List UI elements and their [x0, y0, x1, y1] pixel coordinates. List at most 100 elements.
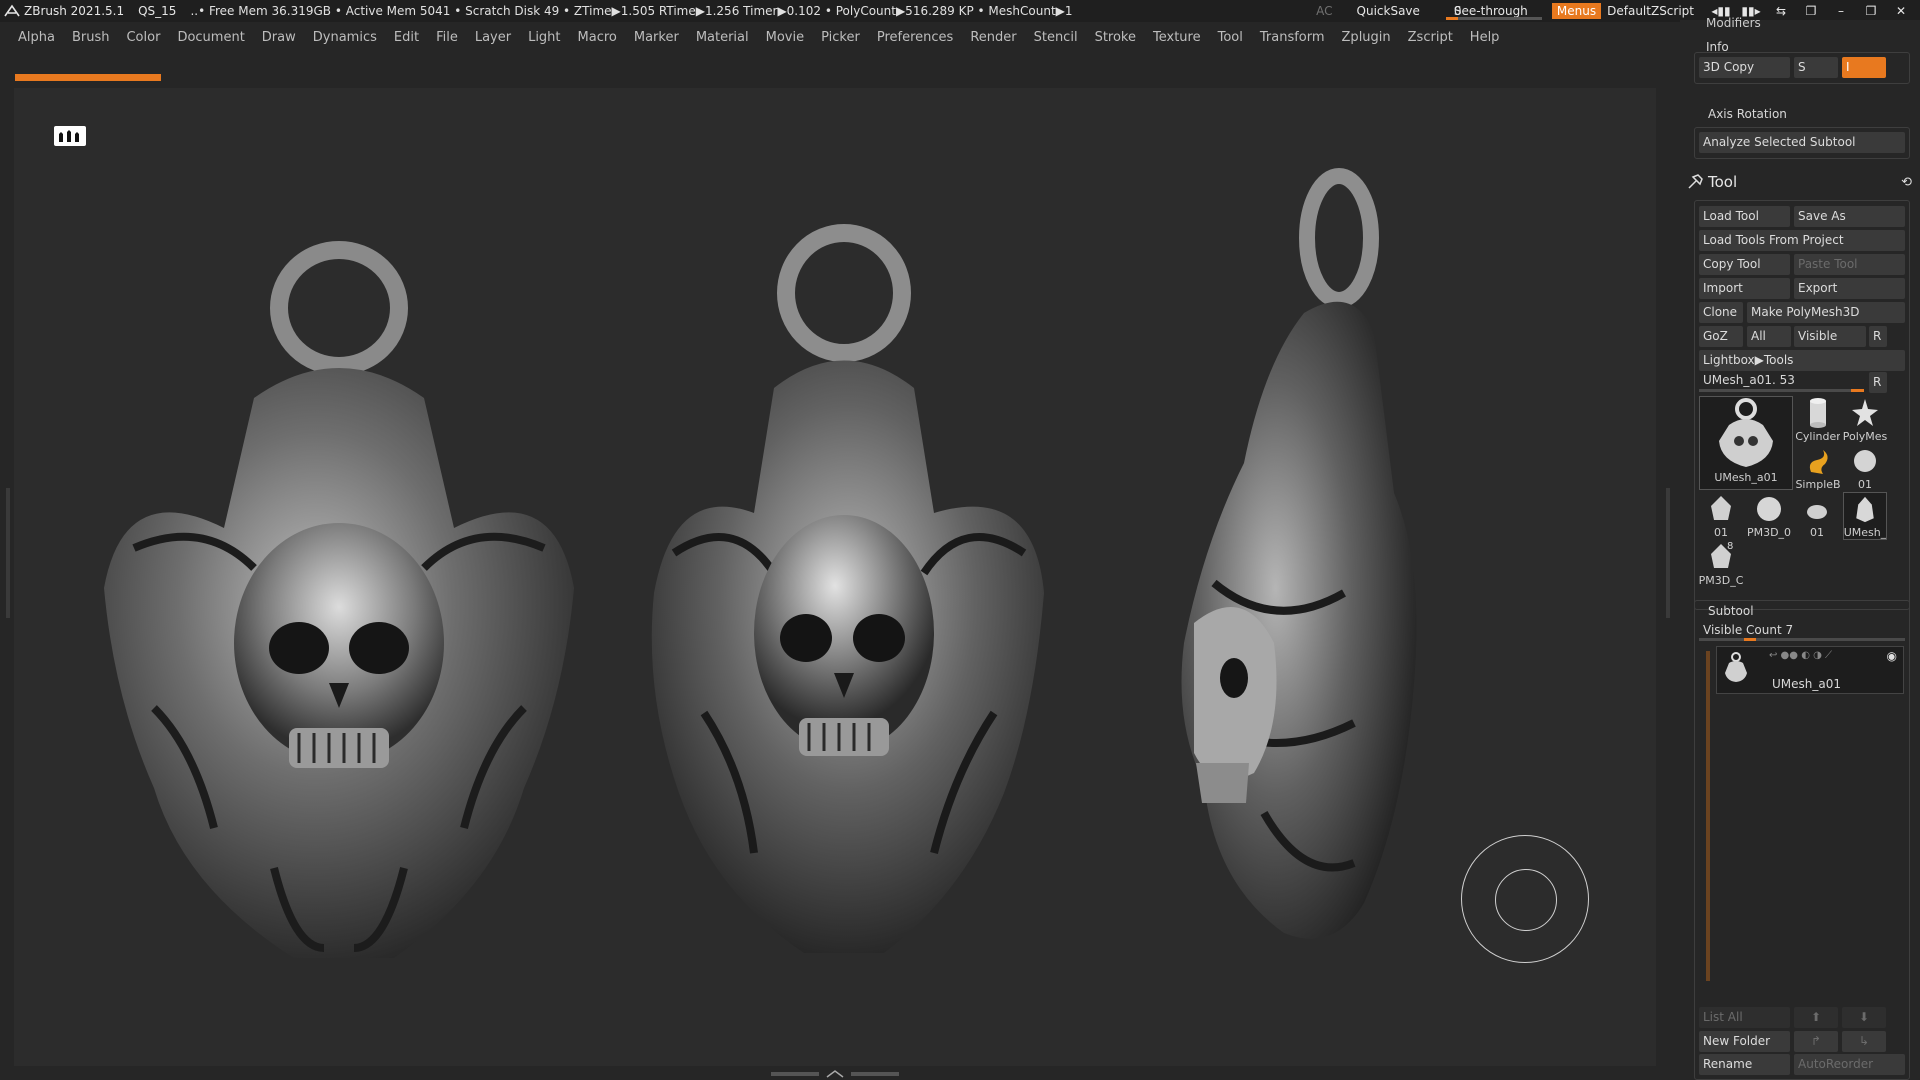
window-layout-icon[interactable]: ❐: [1800, 4, 1822, 18]
copy3d-s-button[interactable]: S: [1794, 57, 1838, 78]
left-tray-handle[interactable]: [6, 488, 10, 618]
tool-thumb-01c[interactable]: 01: [1795, 492, 1839, 540]
default-zscript-button[interactable]: DefaultZScript: [1607, 4, 1694, 18]
menu-document[interactable]: Document: [177, 30, 244, 45]
paste-tool-button[interactable]: Paste Tool: [1794, 254, 1905, 275]
make-polymesh3d-button[interactable]: Make PolyMesh3D: [1747, 302, 1905, 323]
menu-transform[interactable]: Transform: [1260, 30, 1325, 45]
tool-thumb-polymesh[interactable]: PolyMes: [1843, 396, 1887, 444]
menu-layer[interactable]: Layer: [475, 30, 511, 45]
folder-arrow-down-icon[interactable]: ↳: [1842, 1031, 1886, 1052]
menu-zplugin[interactable]: Zplugin: [1342, 30, 1391, 45]
axis-rotation-label[interactable]: Axis Rotation: [1708, 107, 1787, 121]
current-tool-label[interactable]: UMesh_a01. 53: [1703, 373, 1795, 387]
menu-render[interactable]: Render: [970, 30, 1016, 45]
menu-dynamics[interactable]: Dynamics: [313, 30, 377, 45]
subtool-item-umesh-a01[interactable]: ↩ ●● ◐ ◑ ⟋ ◉ UMesh_a01: [1716, 646, 1904, 694]
menu-texture[interactable]: Texture: [1153, 30, 1201, 45]
current-tool-r-button[interactable]: R: [1869, 372, 1887, 393]
menu-draw[interactable]: Draw: [262, 30, 296, 45]
navigation-gizmo[interactable]: [1461, 835, 1589, 963]
rename-button[interactable]: Rename: [1699, 1054, 1790, 1075]
tool-thumb-pm3d-c[interactable]: PM3D_C: [1699, 540, 1743, 588]
load-tools-from-project-button[interactable]: Load Tools From Project: [1699, 230, 1905, 251]
tool-palette-header[interactable]: Tool ⟲: [1680, 170, 1920, 196]
right-tray-handle[interactable]: [1666, 488, 1670, 618]
menu-macro[interactable]: Macro: [578, 30, 617, 45]
goz-all-button[interactable]: All: [1747, 326, 1791, 347]
modifiers-label[interactable]: Modifiers: [1706, 16, 1761, 30]
bottom-tray-handle[interactable]: [770, 1070, 900, 1078]
autoreorder-button[interactable]: AutoReorder: [1794, 1054, 1905, 1075]
analyze-subtool-button[interactable]: Analyze Selected Subtool: [1699, 132, 1905, 153]
ac-button[interactable]: AC: [1316, 4, 1332, 18]
seethrough-slider[interactable]: See-through 0: [1445, 2, 1542, 20]
tool-thumb-cylinder[interactable]: Cylinder: [1796, 396, 1840, 444]
subtool-item-controls[interactable]: ↩ ●● ◐ ◑ ⟋: [1769, 650, 1832, 661]
new-folder-button[interactable]: New Folder: [1699, 1031, 1790, 1052]
load-tool-button[interactable]: Load Tool: [1699, 206, 1790, 227]
eye-icon[interactable]: ◉: [1887, 649, 1897, 663]
goz-visible-button[interactable]: Visible: [1794, 326, 1866, 347]
menu-brush[interactable]: Brush: [72, 30, 110, 45]
menu-color[interactable]: Color: [126, 30, 160, 45]
copy3d-i-button[interactable]: I: [1842, 57, 1886, 78]
import-button[interactable]: Import: [1699, 278, 1790, 299]
tool-thumb-label: PolyMes: [1843, 430, 1887, 443]
seethrough-value: 0: [1453, 4, 1462, 18]
menu-stencil[interactable]: Stencil: [1034, 30, 1078, 45]
lightbox-tools-button[interactable]: Lightbox▶Tools: [1699, 350, 1905, 371]
list-all-button[interactable]: List All: [1699, 1007, 1790, 1028]
app-title: ZBrush 2021.5.1: [24, 4, 125, 18]
menu-zscript[interactable]: Zscript: [1408, 30, 1453, 45]
tool-thumb-label: UMesh_: [1843, 526, 1887, 539]
menu-help[interactable]: Help: [1470, 30, 1500, 45]
visible-count-slider[interactable]: [1699, 638, 1905, 641]
swap-layout-icon[interactable]: ⇆: [1770, 4, 1792, 18]
menu-stroke[interactable]: Stroke: [1095, 30, 1136, 45]
star-polymesh-icon: [1852, 399, 1878, 426]
tool-thumb-01b[interactable]: 01: [1699, 492, 1743, 540]
maximize-icon[interactable]: ❐: [1860, 4, 1882, 18]
tool-thumb-umesh-a01[interactable]: UMesh_a01: [1699, 396, 1793, 490]
tool-thumb-umesh[interactable]: UMesh_: [1843, 492, 1887, 540]
minimize-icon[interactable]: –: [1830, 4, 1852, 18]
subtool-scrollbar[interactable]: [1706, 651, 1710, 981]
menu-tool[interactable]: Tool: [1218, 30, 1243, 45]
pm3d-c-count: 8: [1727, 541, 1734, 552]
mesh-thumb-icon: [1807, 505, 1827, 519]
tool-thumb-simpleb[interactable]: SimpleB: [1796, 444, 1840, 492]
move-up-icon[interactable]: ⬆: [1794, 1007, 1838, 1028]
menu-bar: Alpha Brush Color Document Draw Dynamics…: [0, 22, 1680, 52]
quicksave-button[interactable]: QuickSave: [1357, 4, 1420, 18]
tool-thumb-01a[interactable]: 01: [1843, 444, 1887, 492]
folder-arrow-up-icon[interactable]: ↱: [1794, 1031, 1838, 1052]
reset-icon[interactable]: ⟲: [1901, 175, 1912, 190]
goz-button[interactable]: GoZ: [1699, 326, 1743, 347]
document-name: QS_15: [138, 4, 177, 18]
menu-edit[interactable]: Edit: [394, 30, 419, 45]
subtool-label[interactable]: Subtool: [1708, 604, 1754, 618]
visible-count-label[interactable]: Visible Count 7: [1703, 623, 1793, 637]
hands-icon[interactable]: [54, 126, 86, 146]
export-button[interactable]: Export: [1794, 278, 1905, 299]
menu-preferences[interactable]: Preferences: [877, 30, 953, 45]
menu-picker[interactable]: Picker: [821, 30, 860, 45]
menu-light[interactable]: Light: [528, 30, 560, 45]
canvas-viewport[interactable]: [6, 88, 1670, 1066]
menu-alpha[interactable]: Alpha: [18, 30, 55, 45]
menus-toggle-button[interactable]: Menus: [1551, 3, 1602, 19]
menu-file[interactable]: File: [436, 30, 458, 45]
save-as-button[interactable]: Save As: [1794, 206, 1905, 227]
menu-movie[interactable]: Movie: [766, 30, 804, 45]
move-down-icon[interactable]: ⬇: [1842, 1007, 1886, 1028]
close-icon[interactable]: ✕: [1890, 4, 1912, 18]
tool-thumb-pm3d-0[interactable]: PM3D_0: [1747, 492, 1791, 540]
current-tool-slider[interactable]: [1699, 389, 1864, 392]
copy-tool-button[interactable]: Copy Tool: [1699, 254, 1790, 275]
goz-r-button[interactable]: R: [1869, 326, 1887, 347]
menu-marker[interactable]: Marker: [634, 30, 679, 45]
3d-copy-button[interactable]: 3D Copy: [1699, 57, 1790, 78]
menu-material[interactable]: Material: [696, 30, 749, 45]
clone-button[interactable]: Clone: [1699, 302, 1743, 323]
